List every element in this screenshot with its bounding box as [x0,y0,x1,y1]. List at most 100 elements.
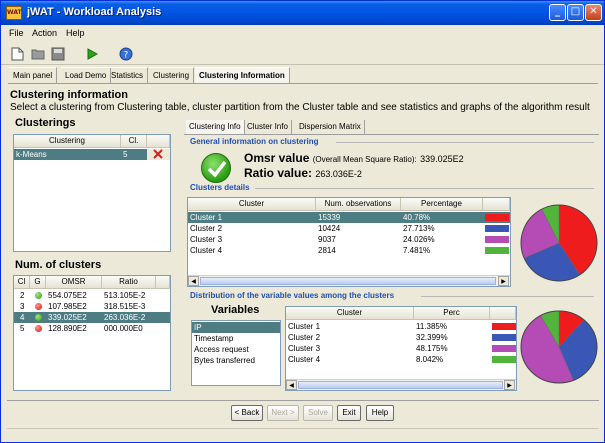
minimize-button[interactable]: _ [549,4,566,21]
cluster-name: Cluster 3 [288,344,321,353]
distribution-table: Cluster Perc Cluster 1 11.385% Cluster 2 32… [285,306,517,391]
open-icon[interactable] [31,47,46,61]
next-button[interactable]: Next > [267,405,299,421]
divider [255,188,594,189]
horizontal-scrollbar[interactable]: ◀ ▶ [188,275,510,286]
table-row[interactable]: 4 339.025E2 263.036E-2 [14,312,170,323]
scroll-thumb[interactable] [298,381,503,389]
horizontal-scrollbar[interactable]: ◀ ▶ [286,379,516,390]
status-green-icon [35,292,42,299]
table-row[interactable]: 2 554.075E2 513.105E-2 [14,290,170,301]
new-icon[interactable] [11,47,26,61]
tab-clustering-info[interactable]: Clustering Info [186,120,245,134]
tab-divider [8,83,598,84]
tab-main-panel[interactable]: Main panel [9,67,58,83]
cluster-count: 3 [20,302,25,311]
distribution-title: Distribution of the variable values amon… [190,291,395,300]
ratio-info: Ratio value: 263.036E-2 [244,166,362,180]
percentage: 11.385% [416,322,447,331]
tab-clustering[interactable]: Clustering [149,67,195,83]
ratio-value: 000.000E0 [104,324,143,333]
variables-title: Variables [211,304,260,316]
cluster-count: 2 [20,291,25,300]
run-icon[interactable] [85,47,100,61]
omsr-value: 339.025E2 [48,313,87,322]
close-button[interactable]: ✕ [585,4,602,21]
list-item[interactable]: IP [192,322,280,333]
page-title: Clustering information [10,89,128,101]
menu-file[interactable]: File [9,28,24,38]
exit-button[interactable]: Exit [337,405,361,421]
cluster-count: 5 [20,324,25,333]
delete-icon[interactable] [147,149,170,160]
table-row[interactable]: 5 128.890E2 000.000E0 [14,323,170,334]
clusterings-title: Clusterings [15,117,76,129]
subtab-divider [184,134,599,135]
cluster-name: Cluster 2 [190,224,223,233]
menu-bar: File Action Help [1,25,604,42]
column-header-percentage[interactable]: Percentage [401,198,483,211]
column-header-filler [156,276,170,289]
save-icon[interactable] [51,47,66,61]
column-header-color [483,198,510,211]
table-row[interactable]: Cluster 1 15339 40.78% [188,212,510,223]
scroll-left-icon[interactable]: ◀ [188,276,199,286]
scroll-thumb[interactable] [200,277,496,285]
scroll-right-icon[interactable]: ▶ [498,276,509,286]
menu-help[interactable]: Help [66,28,85,38]
list-item[interactable]: Timestamp [192,333,280,344]
table-row[interactable]: Cluster 4 8.042% [286,354,516,365]
column-header-clustering[interactable]: Clustering [14,135,121,148]
cluster-name: Cluster 1 [190,213,223,222]
column-header-color [490,307,516,320]
table-row[interactable]: Cluster 3 9037 24.026% [188,234,510,245]
table-row[interactable]: Cluster 2 10424 27.713% [188,223,510,234]
table-row[interactable]: 3 107.985E2 318.515E-3 [14,301,170,312]
column-header-perc[interactable]: Perc [414,307,490,320]
solve-button[interactable]: Solve [303,405,333,421]
tab-dispersion-matrix[interactable]: Dispersion Matrix [296,120,365,134]
help-button[interactable]: Help [366,405,394,421]
column-header-cl[interactable]: Cl [14,276,30,289]
num-clusters-title: Num. of clusters [15,259,102,271]
scroll-left-icon[interactable]: ◀ [286,380,297,390]
status-bar [7,428,599,440]
table-row[interactable]: Cluster 4 2814 7.481% [188,245,510,256]
tab-cluster-info[interactable]: Cluster Info [244,120,292,134]
column-header-omsr[interactable]: OMSR [46,276,102,289]
list-item[interactable]: Bytes transferred [192,355,280,366]
general-info-title: General information on clustering [190,137,319,146]
tab-clustering-information[interactable]: Clustering Information [195,67,290,83]
divider [336,142,594,143]
table-row[interactable]: Cluster 3 48.175% [286,343,516,354]
back-button[interactable]: < Back [231,405,263,421]
column-header-g[interactable]: G [30,276,46,289]
omsr-note: (Overall Mean Square Ratio): [312,155,417,164]
column-header-cluster[interactable]: Cluster [188,198,316,211]
table-row[interactable]: Cluster 2 32.399% [286,332,516,343]
percentage: 32.399% [416,333,448,342]
column-header-ratio[interactable]: Ratio [102,276,156,289]
variables-list: IP Timestamp Access request Bytes transf… [191,320,281,386]
scroll-right-icon[interactable]: ▶ [504,380,515,390]
title-bar[interactable]: WAT jWAT - Workload Analysis _ □ ✕ [1,1,604,25]
column-header-num-observations[interactable]: Num. observations [316,198,401,211]
list-item[interactable]: Access request [192,344,280,355]
clusters-details-title: Clusters details [190,183,250,192]
table-row[interactable]: Cluster 1 11.385% [286,321,516,332]
tab-load-demo[interactable]: Load Demo [61,67,112,83]
tab-statistics[interactable]: Statistics [107,67,149,83]
column-header-cluster[interactable]: Cluster [286,307,414,320]
toolbar: ? [1,43,604,65]
clustering-name: k-Means [16,150,47,159]
help-icon[interactable]: ? [119,47,134,61]
table-row[interactable]: k-Means 5 [14,149,170,160]
menu-action[interactable]: Action [32,28,57,38]
cluster-name: Cluster 4 [190,246,223,255]
column-header-delete [147,135,170,148]
status-red-icon [35,325,42,332]
column-header-cl[interactable]: Cl. [121,135,147,148]
distribution-pie-chart [520,310,598,384]
color-swatch [485,236,509,243]
maximize-button[interactable]: □ [567,4,584,21]
